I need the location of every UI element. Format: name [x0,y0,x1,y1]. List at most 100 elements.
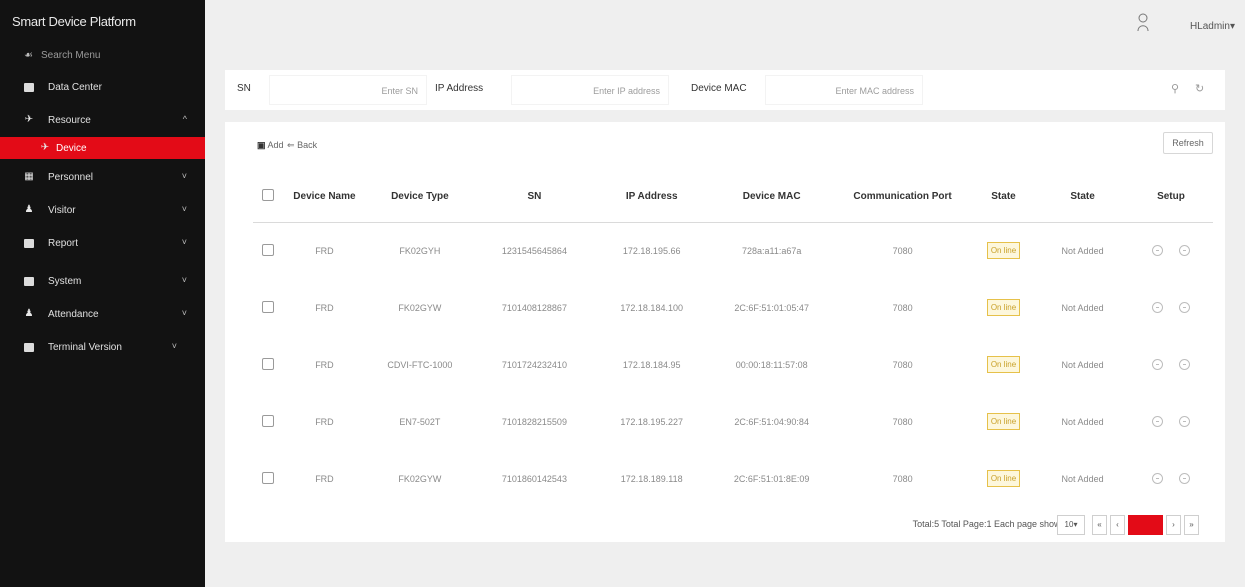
remove-icon[interactable] [1178,416,1190,428]
column-header[interactable]: Device Type [365,172,475,223]
device-type-cell: EN7-502T [399,416,441,427]
table-row[interactable]: FRD FK02GYH 1231545645864 172.18.195.66 … [253,222,1213,279]
table-row[interactable]: FRD FK02GYW 7101860142543 172.18.189.118… [253,450,1213,507]
sn-cell: 7101860142543 [501,473,567,484]
device-name-cell: FRD [315,473,334,484]
settings-icon[interactable] [1151,473,1163,485]
remove-icon[interactable] [1178,359,1190,371]
column-header[interactable]: State [1036,172,1129,223]
row-checkbox[interactable] [262,471,275,484]
ip-address-label: IP Address [435,83,484,94]
sidebar-item-visitor[interactable]: ♟ Visitor ˅ [0,195,205,225]
search-menu[interactable]: ☙ Search Menu [0,40,205,70]
row-checkbox[interactable] [262,357,275,370]
user-menu[interactable]: HLadmin▾ [1190,21,1235,32]
user-name: HLadmin [1189,21,1230,32]
ip-cell: 172.18.195.66 [622,245,681,256]
terminal-icon [24,342,34,352]
sidebar-item-label: Attendance [48,308,99,320]
status-badge: On line [986,356,1021,373]
port-cell: 7080 [892,416,913,427]
sidebar-item-label: Visitor [48,204,76,216]
sidebar-item-personnel[interactable]: ▦ Personnel ˅ [0,162,205,192]
column-header[interactable]: Communication Port [834,172,971,223]
back-button[interactable]: ⇐ Back [287,140,317,151]
device-type-cell: FK02GYW [398,473,442,484]
table-row[interactable]: FRD CDVI-FTC-1000 7101724232410 172.18.1… [253,336,1213,393]
add-button[interactable]: ▣ Add [257,140,284,151]
remove-icon[interactable] [1178,245,1190,257]
sidebar-item-terminal-version[interactable]: Terminal Version ˅ [0,332,205,362]
monitor-icon [24,82,34,92]
next-page-button[interactable]: › [1166,515,1181,535]
chevron-down-icon: ˅ [171,341,177,351]
plane-icon: ✈ [40,142,50,153]
plane-icon: ✈ [24,114,34,125]
prev-page-button[interactable]: ‹ [1110,515,1125,535]
row-select-cell [253,393,284,450]
device-name-cell: FRD [315,359,334,370]
sidebar-item-label: Device [56,142,87,154]
column-header[interactable]: Device Name [283,172,366,223]
current-page-button[interactable] [1128,515,1163,535]
table-row[interactable]: FRD FK02GYW 7101408128867 172.18.184.100… [253,279,1213,336]
settings-icon[interactable] [1151,416,1163,428]
column-header: Setup [1128,172,1213,223]
sidebar-item-device[interactable]: ✈ Device [0,137,205,159]
search-menu-icon: ☙ [24,49,33,61]
page-size-select[interactable]: 10▾ [1057,515,1085,535]
reset-icon[interactable]: ↻ [1195,82,1204,95]
table-header-row: Device Name Device Type SN IP Address De… [253,172,1213,223]
sidebar-item-attendance[interactable]: ♟ Attendance ˅ [0,299,205,329]
sidebar-item-report[interactable]: Report ˅ [0,228,205,258]
last-page-button[interactable]: » [1184,515,1199,535]
table-row[interactable]: FRD EN7-502T 7101828215509 172.18.195.22… [253,393,1213,450]
ip-address-input[interactable]: Enter IP address [511,75,669,105]
row-checkbox[interactable] [262,243,275,256]
mac-cell: 2C:6F:51:04:90:84 [734,416,809,427]
setup-cell [1129,450,1213,507]
mac-cell: 2C:6F:51:01:8E:09 [733,473,810,484]
chevron-down-icon: ˅ [181,171,187,181]
person-icon: ♟ [24,308,34,319]
first-page-button[interactable]: « [1092,515,1107,535]
column-header[interactable]: State [970,172,1037,223]
column-header[interactable]: Device MAC [708,172,835,223]
status-badge: On line [986,299,1021,316]
device-name-cell: FRD [315,416,334,427]
user-avatar-icon[interactable] [1137,12,1149,32]
device-mac-input[interactable]: Enter MAC address [765,75,923,105]
ip-cell: 172.18.195.227 [620,416,683,427]
row-checkbox[interactable] [262,300,275,313]
search-icon[interactable]: ⚲ [1171,82,1179,95]
column-header[interactable]: IP Address [594,172,709,223]
select-all-checkbox[interactable] [262,189,275,202]
status-badge: On line [986,470,1021,487]
mac-cell: 2C:6F:51:01:05:47 [734,302,809,313]
settings-icon[interactable] [1151,302,1163,314]
state-cell: On line [971,393,1036,450]
search-menu-label: Search Menu [40,49,101,61]
ip-cell: 172.18.184.100 [620,302,683,313]
topbar: HLadmin▾ [205,0,1245,50]
back-icon: ⇐ [287,140,295,150]
remove-icon[interactable] [1178,302,1190,314]
sidebar-item-system[interactable]: System ˅ [0,266,205,296]
sn-input[interactable]: Enter SN [269,75,427,105]
row-checkbox[interactable] [262,414,275,427]
sidebar-item-label: Terminal Version [48,341,122,353]
device-type-cell: CDVI-FTC-1000 [387,359,453,370]
added-state-cell: Not Added [1061,245,1104,256]
added-state-cell: Not Added [1061,359,1104,370]
settings-icon[interactable] [1151,359,1163,371]
device-name-cell: FRD [315,302,334,313]
column-header[interactable]: SN [474,172,595,223]
chevron-down-icon: ˅ [181,204,187,214]
device-panel: ▣ Add ⇐ Back Refresh Device Name Device … [225,122,1225,542]
settings-icon[interactable] [1151,245,1163,257]
refresh-button[interactable]: Refresh [1163,132,1213,154]
sidebar-item-resource[interactable]: ✈ Resource ^ [0,105,205,135]
sidebar-item-data-center[interactable]: Data Center [0,72,205,102]
remove-icon[interactable] [1178,473,1190,485]
sn-cell: 7101724232410 [501,359,567,370]
